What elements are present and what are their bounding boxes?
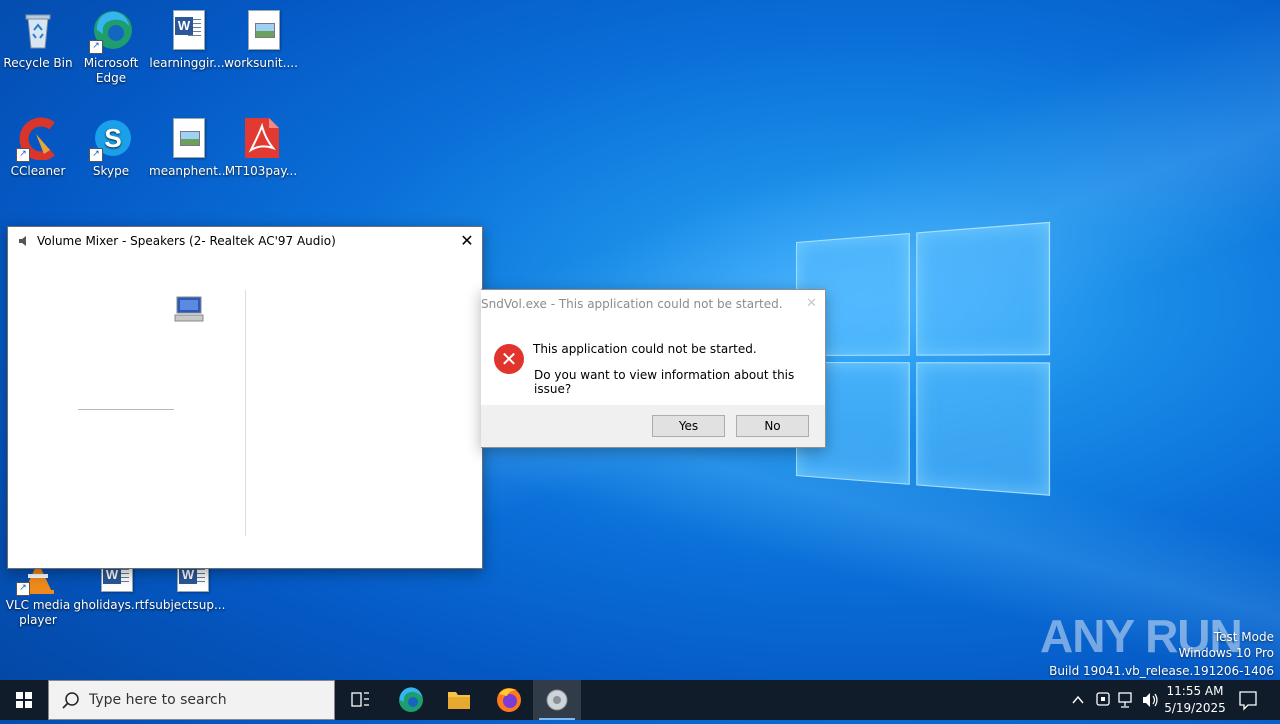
speaker-icon [18, 235, 28, 245]
speaker-icon [1140, 680, 1160, 720]
search-placeholder: Type here to search [89, 692, 227, 708]
clock-date: 5/19/2025 [1160, 700, 1230, 717]
error-question: Do you want to view information about th… [534, 368, 825, 396]
taskbar-edge[interactable] [387, 680, 435, 720]
clock[interactable]: 11:55 AM 5/19/2025 [1160, 683, 1230, 717]
task-view-button[interactable] [336, 680, 384, 720]
image-file-icon [165, 116, 209, 160]
dialog-button-bar: Yes No [481, 405, 825, 447]
search-box[interactable]: Type here to search [48, 680, 335, 720]
close-icon[interactable]: ✕ [458, 232, 476, 250]
windows-start-icon [0, 680, 48, 720]
desktop-icon-recycle-bin[interactable]: Recycle Bin [0, 8, 76, 71]
taskbar-firefox[interactable] [485, 680, 533, 720]
svg-text:S: S [104, 123, 121, 153]
chevron-up-icon [1068, 680, 1088, 720]
wallpaper-windows-logo [796, 222, 1048, 498]
pdf-file-icon [239, 116, 283, 160]
volume-mixer-icon [533, 680, 581, 720]
word-document-icon: W [165, 8, 209, 52]
desktop-icon-gholidays[interactable]: W gholidays.rtf [73, 562, 149, 613]
tray-volume-button[interactable] [1140, 680, 1160, 720]
sndvol-error-dialog: SndVol.exe - This application could not … [481, 289, 826, 448]
firefox-icon [485, 680, 533, 720]
close-icon[interactable]: ✕ [806, 296, 817, 311]
desktop-icon-mt103pay[interactable]: MT103pay... [223, 116, 299, 179]
device-icon [1093, 680, 1113, 720]
tray-device-button[interactable] [1093, 680, 1113, 720]
taskbar-volume-mixer[interactable] [533, 680, 581, 720]
volume-mixer-window: Volume Mixer - Speakers (2- Realtek AC'9… [7, 226, 483, 569]
desktop-icon-learninggir[interactable]: W learninggir... [149, 8, 225, 71]
edge-icon: ↗ [89, 8, 133, 52]
start-button[interactable] [0, 680, 48, 720]
test-mode-text: Test Mode [1214, 630, 1274, 644]
edge-icon [387, 680, 435, 720]
desktop-icon-skype[interactable]: S ↗ Skype [73, 116, 149, 179]
computer-speaker-icon [173, 295, 205, 323]
taskbar-file-explorer[interactable] [435, 680, 483, 720]
desktop-icon-vlc[interactable]: ↗ VLC media player [0, 562, 76, 628]
build-text: Build 19041.vb_release.191206-1406 [1049, 664, 1274, 678]
notification-icon [1236, 680, 1260, 720]
dialog-title: SndVol.exe - This application could not … [481, 297, 783, 311]
desktop-icon-meanphent[interactable]: meanphent... [149, 116, 225, 179]
desktop-icon-subjectsup[interactable]: W subjectsup... [149, 562, 225, 613]
image-file-icon [239, 8, 283, 52]
search-icon [61, 691, 81, 711]
network-icon [1116, 680, 1136, 720]
divider [245, 290, 246, 536]
tray-network-button[interactable] [1116, 680, 1136, 720]
ccleaner-icon: ↗ [16, 116, 60, 160]
desktop-icon-edge[interactable]: ↗ Microsoft Edge [73, 8, 149, 86]
recycle-bin-icon [16, 8, 60, 52]
error-message: This application could not be started. [533, 342, 757, 356]
action-center-button[interactable] [1236, 680, 1260, 720]
desktop-icon-ccleaner[interactable]: ↗ CCleaner [0, 116, 76, 179]
folder-icon [435, 680, 483, 720]
error-icon: ✕ [494, 344, 524, 374]
taskbar: Type here to search 11:55 AM 5/19/2025 [0, 680, 1280, 720]
window-title: Volume Mixer - Speakers (2- Realtek AC'9… [37, 234, 336, 248]
no-button[interactable]: No [736, 415, 809, 437]
clock-time: 11:55 AM [1160, 683, 1230, 700]
show-hidden-icons-button[interactable] [1068, 680, 1088, 720]
windows-edition-text: Windows 10 Pro [1178, 646, 1274, 660]
skype-icon: S ↗ [89, 116, 133, 160]
volume-mixer-titlebar[interactable]: Volume Mixer - Speakers (2- Realtek AC'9… [8, 227, 482, 256]
yes-button[interactable]: Yes [652, 415, 725, 437]
volume-slider-track[interactable] [78, 409, 174, 410]
desktop-icon-worksunit[interactable]: worksunit.... [223, 8, 299, 71]
task-view-icon [336, 680, 384, 720]
